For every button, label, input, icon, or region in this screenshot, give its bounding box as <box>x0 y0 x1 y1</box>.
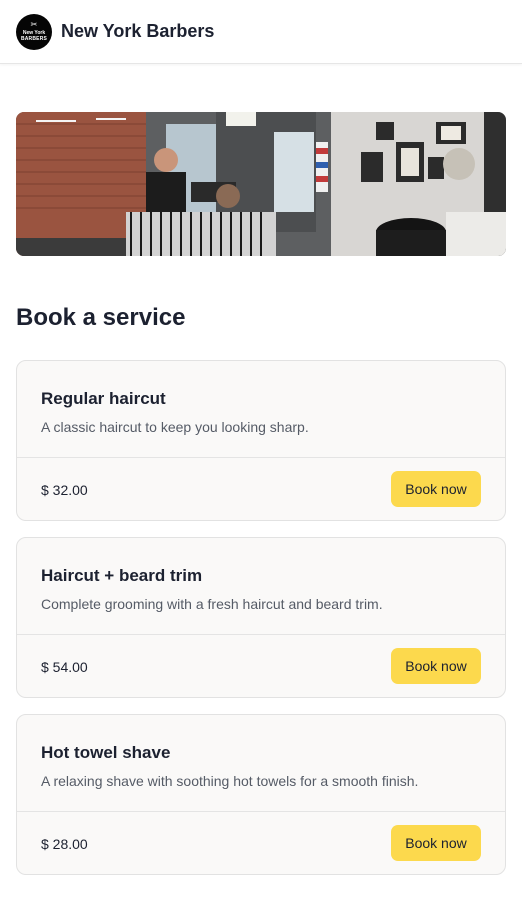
brand-name[interactable]: New York Barbers <box>61 21 214 42</box>
service-title: Haircut + beard trim <box>41 566 203 585</box>
brand-logo[interactable]: ✂ New York BARBERS <box>16 13 52 50</box>
hero-image <box>16 112 506 256</box>
service-description: A relaxing shave with soothing hot towel… <box>41 773 419 789</box>
service-description: A classic haircut to keep you looking sh… <box>41 419 309 435</box>
book-now-button[interactable]: Book now <box>391 471 481 507</box>
service-card-hot-towel-shave: Hot towel shave A relaxing shave with so… <box>16 714 506 875</box>
service-card-regular-haircut: Regular haircut A classic haircut to kee… <box>16 360 506 521</box>
service-card-body: Haircut + beard trim Complete grooming w… <box>17 538 505 635</box>
barbershop-photo <box>16 112 506 256</box>
section-title: Book a service <box>16 304 186 331</box>
service-card-body: Hot towel shave A relaxing shave with so… <box>17 715 505 812</box>
service-card-body: Regular haircut A classic haircut to kee… <box>17 361 505 458</box>
card-divider <box>17 457 505 458</box>
card-divider <box>17 634 505 635</box>
service-price: $ 28.00 <box>41 836 88 852</box>
book-now-button[interactable]: Book now <box>391 825 481 861</box>
card-divider <box>17 811 505 812</box>
service-price: $ 54.00 <box>41 659 88 675</box>
scissors-icon: ✂ <box>30 20 38 29</box>
book-now-button[interactable]: Book now <box>391 648 481 684</box>
service-title: Regular haircut <box>41 389 166 408</box>
app-header: ✂ New York BARBERS New York Barbers <box>0 0 522 64</box>
service-price: $ 32.00 <box>41 482 88 498</box>
service-title: Hot towel shave <box>41 743 171 762</box>
logo-text-line2: BARBERS <box>20 36 48 42</box>
service-card-haircut-beard-trim: Haircut + beard trim Complete grooming w… <box>16 537 506 698</box>
service-description: Complete grooming with a fresh haircut a… <box>41 596 383 612</box>
